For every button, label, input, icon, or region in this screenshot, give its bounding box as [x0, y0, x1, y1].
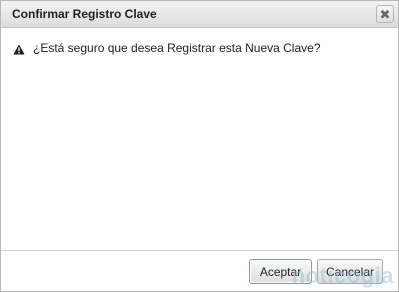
- dialog-footer: Aceptar Cancelar: [1, 250, 398, 291]
- warning-icon: [13, 44, 25, 55]
- dialog-title: Confirmar Registro Clave: [12, 7, 157, 21]
- cancel-button[interactable]: Cancelar: [317, 259, 383, 284]
- dialog-titlebar[interactable]: Confirmar Registro Clave ✖: [1, 1, 398, 28]
- close-icon: ✖: [379, 6, 391, 22]
- close-button[interactable]: ✖: [376, 5, 394, 23]
- dialog-content: ¿Está seguro que desea Registrar esta Nu…: [1, 28, 398, 250]
- confirm-dialog: Confirmar Registro Clave ✖ ¿Está seguro …: [0, 0, 399, 292]
- accept-button[interactable]: Aceptar: [249, 259, 312, 284]
- confirm-message: ¿Está seguro que desea Registrar esta Nu…: [33, 41, 321, 55]
